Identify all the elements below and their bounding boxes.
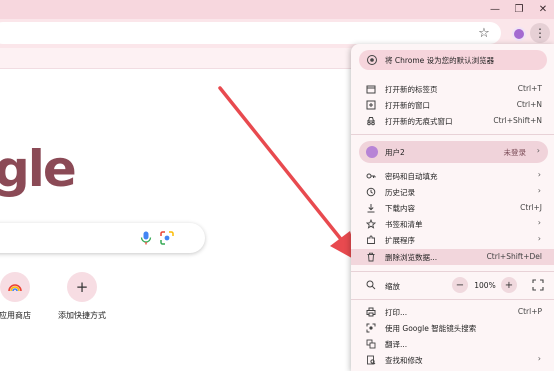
menu-item-bookmarks[interactable]: 书签和清单 › [351,216,554,232]
shortcut-label: 应用商店 [0,311,31,320]
zoom-label: 缩放 [385,282,400,291]
menu-item-print[interactable]: 打印... Ctrl+P [351,304,554,320]
menu-item-downloads[interactable]: 下载内容 Ctrl+J [351,200,554,216]
chevron-right-icon: › [537,186,541,195]
menu-item-label: 书签和清单 [385,220,423,229]
shortcut-app-store-tile[interactable] [0,272,30,302]
menu-item-shortcut: Ctrl+J [520,203,542,212]
menu-item-label: 使用 Google 智能镜头搜索 [385,324,477,333]
chevron-right-icon: › [537,170,541,179]
menu-separator [351,271,554,272]
menu-item-google-lens[interactable]: 使用 Google 智能镜头搜索 [351,320,554,336]
menu-item-label: 打开新的窗口 [385,101,430,110]
title-bar: — ❐ ✕ [0,0,554,19]
profile-name: 用户2 [385,148,405,157]
chrome-menu-button[interactable]: ⋮ [530,23,550,43]
shortcut-app-store[interactable]: 应用商店 [0,272,48,321]
menu-item-shortcut: Ctrl+N [516,100,542,109]
menu-item-find-and-edit[interactable]: 查找和修改 › [351,352,554,368]
history-icon [366,187,376,197]
chrome-main-menu: 将 Chrome 设为您的默认浏览器 打开新的标签页 Ctrl+T 打开新的窗口… [351,44,554,371]
menu-item-incognito[interactable]: 打开新的无痕式窗口 Ctrl+Shift+N [351,113,554,129]
menu-zoom-row: 缩放 − 100% + [351,276,554,294]
chevron-right-icon: › [537,234,541,243]
menu-item-label: 下载内容 [385,204,415,213]
menu-profile-row[interactable]: 用户2 未登录 › [359,141,548,163]
menu-item-label: 打印... [385,308,408,317]
bookmark-star-icon[interactable]: ☆ [477,27,491,41]
address-bar[interactable]: ☆ [0,22,501,44]
menu-item-label: 密码和自动填充 [385,172,438,181]
menu-item-clear-browsing-data[interactable]: 删除浏览数据... Ctrl+Shift+Del [351,249,554,265]
menu-item-label: 扩展程序 [385,236,415,245]
profile-status: 未登录 [503,148,527,157]
chevron-right-icon: › [537,218,541,227]
zoom-in-button[interactable]: + [501,277,517,293]
lens-icon [366,323,376,333]
download-icon [367,204,375,213]
microphone-icon[interactable] [140,231,152,245]
menu-item-new-tab[interactable]: 打开新的标签页 Ctrl+T [351,81,554,97]
translate-icon [366,339,376,349]
menu-item-label: 翻译... [385,340,408,349]
fullscreen-icon[interactable] [531,278,545,292]
google-lens-icon[interactable] [160,231,174,245]
menu-separator [351,134,554,135]
shortcut-add-tile[interactable]: + [67,272,97,302]
menu-item-shortcut: Ctrl+Shift+Del [486,252,542,261]
menu-separator [351,299,554,300]
zoom-out-button[interactable]: − [452,277,468,293]
menu-item-new-window[interactable]: 打开新的窗口 Ctrl+N [351,97,554,113]
minimize-button[interactable]: — [486,2,504,16]
restore-button[interactable]: ❐ [510,2,528,16]
menu-item-passwords[interactable]: 密码和自动填充 › [351,168,554,184]
close-button[interactable]: ✕ [534,2,552,16]
shortcut-label: 添加快捷方式 [58,311,106,320]
extension-icon [367,235,375,244]
shortcut-add[interactable]: + 添加快捷方式 [49,272,115,321]
bookmark-icon [366,219,376,229]
incognito-icon [367,117,375,126]
menu-item-shortcut: Ctrl+T [517,84,542,93]
print-icon [366,307,376,317]
google-logo: gle [0,140,77,198]
trash-icon [367,252,375,262]
zoom-icon [366,280,376,290]
menu-item-extensions[interactable]: 扩展程序 › [351,232,554,248]
rainbow-icon [8,284,22,292]
chrome-logo-icon [367,55,377,65]
menu-item-history[interactable]: 历史记录 › [351,184,554,200]
menu-item-label: 打开新的标签页 [385,85,438,94]
zoom-value: 100% [474,281,496,290]
profile-avatar-icon [366,146,378,158]
new-window-icon [366,100,376,110]
menu-item-label: 删除浏览数据... [385,253,438,262]
menu-item-shortcut: Ctrl+P [517,307,542,316]
key-icon [366,173,376,179]
new-tab-icon [366,85,376,94]
menu-item-shortcut: Ctrl+Shift+N [493,116,542,125]
banner-text: 将 Chrome 设为您的默认浏览器 [385,55,495,65]
chevron-right-icon: › [537,354,541,363]
menu-item-label: 打开新的无痕式窗口 [385,117,453,126]
find-icon [367,355,376,365]
chevron-right-icon: › [536,146,540,155]
menu-item-label: 历史记录 [385,188,415,197]
set-default-browser-banner[interactable]: 将 Chrome 设为您的默认浏览器 [359,50,547,70]
menu-item-label: 查找和修改 [385,356,423,365]
google-search-box[interactable] [0,223,205,253]
plus-icon: + [75,277,89,296]
menu-item-translate[interactable]: 翻译... [351,336,554,352]
profile-avatar-icon[interactable] [512,27,526,41]
